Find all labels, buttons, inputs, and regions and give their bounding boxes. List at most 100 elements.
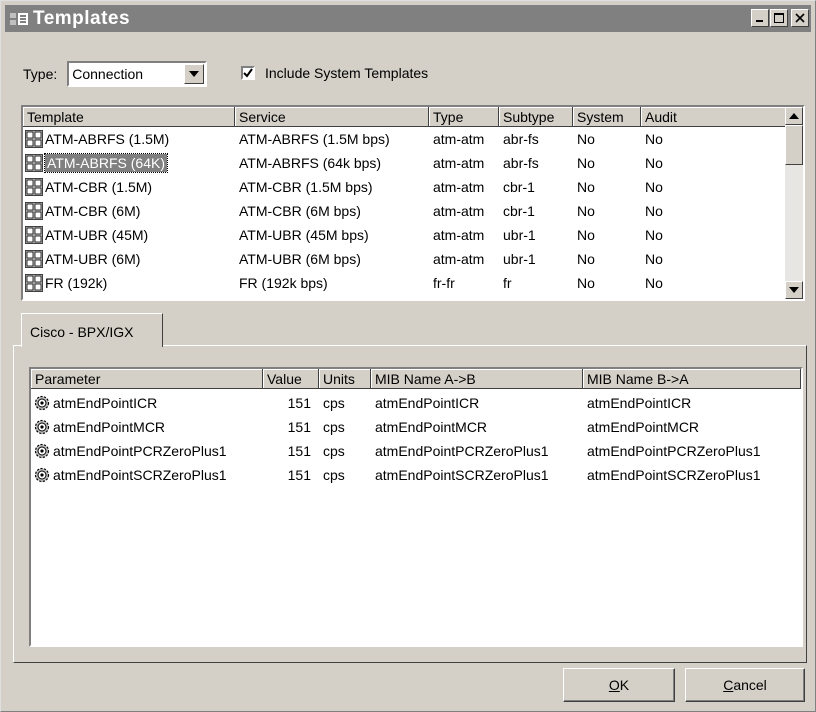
audit-cell: No [645,131,663,147]
mib-ba-cell: atmEndPointSCRZeroPlus1 [587,467,761,483]
value-cell: 151 [287,419,311,435]
mib-ba-cell: atmEndPointPCRZeroPlus1 [587,443,761,459]
audit-cell: No [645,179,663,195]
tab-cisco-bpx-igx[interactable]: Cisco - BPX/IGX [21,313,163,347]
mib-ba-cell: atmEndPointICR [587,395,692,411]
template-name-label: FR (192k) [45,275,108,291]
system-cell: No [577,131,595,147]
cancel-button-label: ancel [733,677,767,693]
units-cell: cps [323,419,345,435]
title-bar[interactable]: Templates [5,5,811,32]
template-icon [25,202,43,220]
service-cell: ATM-UBR (6M bps) [239,251,361,267]
minimize-icon [756,20,763,22]
column-header-audit[interactable]: Audit [641,107,789,127]
type-cell: atm-atm [433,179,485,195]
templates-table[interactable]: Template Service Type Subtype System Aud… [21,105,805,301]
value-cell: 151 [287,467,311,483]
subtype-cell: cbr-1 [503,203,535,219]
template-icon [25,226,43,244]
type-cell: atm-atm [433,131,485,147]
template-name-label: ATM-CBR (6M) [45,203,141,219]
cancel-button[interactable]: Cancel [685,668,805,702]
window-title: Templates [33,7,131,29]
column-header-service[interactable]: Service [235,107,429,127]
table-row[interactable]: ATM-CBR (6M) ATM-CBR (6M bps) atm-atm cbr-1… [23,199,789,223]
parameter-name-cell: atmEndPointPCRZeroPlus1 [31,439,263,463]
column-header-mib-a-b[interactable]: MIB Name A->B [371,369,583,389]
system-cell: No [577,275,595,291]
minimize-button[interactable] [751,9,769,27]
service-cell: ATM-CBR (6M bps) [239,203,361,219]
scroll-down-button[interactable] [785,281,803,299]
table-row[interactable]: atmEndPointSCRZeroPlus1 151 cps atmEndPoint… [31,463,801,487]
type-select[interactable]: Connection [67,61,208,87]
template-name-cell: ATM-UBR (6M) [23,247,235,271]
type-cell: atm-atm [433,203,485,219]
units-cell: cps [323,395,345,411]
type-dropdown-button[interactable] [184,64,205,84]
parameters-table[interactable]: Parameter Value Units MIB Name A->B MIB … [29,367,803,647]
gear-icon [34,443,50,459]
column-header-mib-b-a[interactable]: MIB Name B->A [583,369,801,389]
table-row[interactable]: ATM-UBR (6M) ATM-UBR (6M bps) atm-atm ubr-1… [23,247,789,271]
template-icon [25,178,43,196]
subtype-cell: ubr-1 [503,251,536,267]
column-header-subtype[interactable]: Subtype [499,107,573,127]
templates-vertical-scrollbar[interactable] [785,107,803,299]
scroll-thumb[interactable] [785,125,803,165]
template-name-cell: ATM-ABRFS (1.5M) [23,127,235,151]
table-row[interactable]: atmEndPointPCRZeroPlus1 151 cps atmEndPoint… [31,439,801,463]
template-name-label: ATM-UBR (6M) [45,251,141,267]
service-cell: ATM-CBR (1.5M bps) [239,179,373,195]
include-system-templates[interactable]: Include System Templates [241,65,428,81]
table-row[interactable]: ATM-ABRFS (64K) ATM-ABRFS (64k bps) atm-at… [23,151,789,175]
table-row[interactable]: atmEndPointICR 151 cps atmEndPointICR atmEnd… [31,391,801,415]
column-header-system[interactable]: System [573,107,641,127]
table-row[interactable]: ATM-CBR (1.5M) ATM-CBR (1.5M bps) atm-atm c… [23,175,789,199]
maximize-button[interactable] [770,9,788,27]
parameter-name-cell: atmEndPointICR [31,391,263,415]
table-row[interactable]: ATM-UBR (45M) ATM-UBR (45M bps) atm-atm ubr… [23,223,789,247]
table-row[interactable]: atmEndPointMCR 151 cps atmEndPointMCR atmEnd… [31,415,801,439]
parameter-name-cell: atmEndPointSCRZeroPlus1 [31,463,263,487]
column-header-type[interactable]: Type [429,107,499,127]
gear-icon [34,419,50,435]
subtype-cell: abr-fs [503,155,539,171]
ok-button-accel: O [608,677,620,693]
template-icon [25,130,43,148]
subtype-cell: cbr-1 [503,179,535,195]
parameter-name-label: atmEndPointICR [53,395,158,411]
column-header-template[interactable]: Template [23,107,235,127]
column-header-units[interactable]: Units [319,369,371,389]
template-icon [25,274,43,292]
cancel-button-accel: C [723,677,734,693]
column-header-value[interactable]: Value [263,369,319,389]
system-cell: No [577,251,595,267]
units-cell: cps [323,443,345,459]
parameters-table-header: Parameter Value Units MIB Name A->B MIB … [31,369,801,389]
templates-table-header: Template Service Type Subtype System Aud… [23,107,789,127]
chevron-down-icon [189,71,200,77]
checkmark-icon [243,68,253,78]
parameter-name-label: atmEndPointSCRZeroPlus1 [53,467,227,483]
column-header-parameter[interactable]: Parameter [31,369,263,389]
type-cell: atm-atm [433,155,485,171]
service-cell: ATM-ABRFS (1.5M bps) [239,131,390,147]
ok-button[interactable]: OK [563,668,675,702]
template-name-label: ATM-ABRFS (64K) [44,153,168,173]
templates-window: Templates Type: Connection Include Syste… [0,0,816,712]
table-row[interactable]: ATM-ABRFS (1.5M) ATM-ABRFS (1.5M bps) atm-… [23,127,789,151]
scroll-up-button[interactable] [785,107,803,125]
gear-icon [34,395,50,411]
mib-ab-cell: atmEndPointSCRZeroPlus1 [375,467,549,483]
template-name-label: ATM-CBR (1.5M) [45,179,153,195]
type-cell: atm-atm [433,251,485,267]
gear-icon [34,467,50,483]
close-button[interactable] [791,9,809,27]
system-cell: No [577,155,595,171]
table-row[interactable]: FR (192k) FR (192k bps) fr-fr fr No No [23,271,789,295]
include-system-checkbox[interactable] [241,66,255,80]
template-icon [25,250,43,268]
template-name-label: ATM-UBR (45M) [45,227,149,243]
